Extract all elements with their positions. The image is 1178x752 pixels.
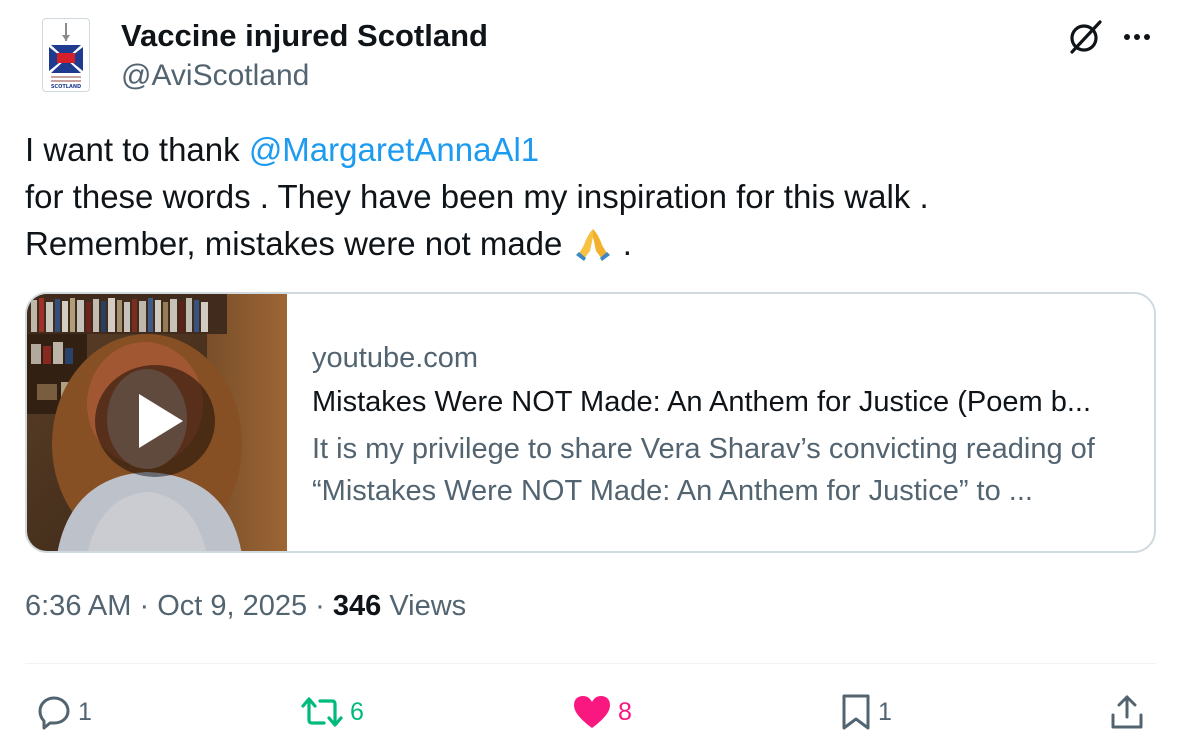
card-info[interactable]: youtube.com Mistakes Were NOT Made: An A… — [287, 294, 1154, 551]
more-options-icon[interactable] — [1120, 22, 1154, 52]
repost-button[interactable]: 6 — [300, 692, 364, 732]
play-icon[interactable] — [91, 362, 219, 480]
reply-button[interactable]: 1 — [36, 692, 92, 732]
post-text-suffix: . — [613, 225, 632, 262]
user-handle[interactable]: @AviScotland — [121, 59, 309, 93]
post-text-prefix: I want to thank — [25, 131, 249, 168]
post-text-line3: Remember, mistakes were not made — [25, 225, 572, 262]
heart-icon — [574, 696, 610, 728]
post-line-1: I want to thank @MargaretAnnaAl1 — [25, 126, 1155, 173]
bookmark-icon — [842, 694, 870, 730]
card-description: It is my privilege to share Vera Sharav’… — [312, 433, 1095, 507]
repost-count: 6 — [350, 697, 364, 726]
bookmark-count: 1 — [878, 697, 892, 726]
post-text: I want to thank @MargaretAnnaAl1 for the… — [25, 126, 1155, 267]
like-button[interactable]: 8 — [572, 692, 632, 732]
post-time[interactable]: 6:36 AM — [25, 590, 131, 622]
link-preview-card[interactable]: youtube.com Mistakes Were NOT Made: An A… — [25, 292, 1156, 553]
bookmark-button[interactable]: 1 — [840, 692, 892, 732]
mention-link[interactable]: @MargaretAnnaAl1 — [249, 131, 539, 168]
divider — [25, 663, 1156, 664]
tweet: SCOTLAND Vaccine injured Scotland @AviSc… — [0, 0, 1178, 752]
views-label: Views — [381, 590, 467, 622]
avatar[interactable]: SCOTLAND — [42, 18, 90, 92]
share-button[interactable] — [1108, 692, 1146, 732]
reply-count: 1 — [78, 697, 92, 726]
folded-hands-emoji-icon — [572, 225, 614, 261]
share-icon — [1111, 695, 1143, 729]
card-domain: youtube.com — [312, 342, 479, 374]
like-count: 8 — [618, 697, 632, 726]
post-line-2: for these words . They have been my insp… — [25, 178, 929, 215]
meta-separator: · — [131, 590, 158, 622]
avatar-logo-text: SCOTLAND — [51, 84, 81, 90]
post-meta: 6:36 AM · Oct 9, 2025 · 346 Views — [25, 590, 466, 623]
repost-icon — [301, 697, 343, 727]
video-thumbnail[interactable] — [27, 294, 287, 551]
reply-icon — [38, 696, 70, 730]
grok-icon[interactable] — [1066, 18, 1104, 56]
meta-separator: · — [307, 590, 333, 622]
display-name[interactable]: Vaccine injured Scotland — [121, 18, 488, 54]
post-date[interactable]: Oct 9, 2025 — [157, 590, 307, 622]
avi-logo: SCOTLAND — [49, 23, 83, 90]
card-title: Mistakes Were NOT Made: An Anthem for Ju… — [312, 386, 1092, 418]
post-line-3: Remember, mistakes were not made . — [25, 220, 1155, 267]
views-count: 346 — [332, 590, 382, 622]
